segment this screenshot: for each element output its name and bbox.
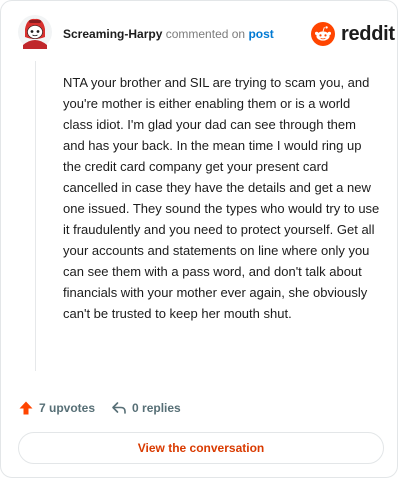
thread-line [35,61,36,371]
commented-on-text: commented on [165,27,246,41]
post-link[interactable]: post [248,27,273,41]
brand-wordmark: reddit [341,22,395,45]
reddit-logo-icon [311,22,335,46]
reply-count: 0 replies [132,401,181,415]
reply-button[interactable]: 0 replies [111,400,181,416]
user-avatar[interactable] [18,15,52,49]
avatar-icon [18,15,52,49]
reddit-brand[interactable]: reddit [311,21,395,47]
upvote-count: 7 upvotes [39,401,96,415]
reply-arrow-icon [112,402,126,414]
comment-actions: 7 upvotes 0 replies [18,398,181,418]
comment-body: NTA your brother and SIL are trying to s… [63,75,380,321]
comment-header: Screaming-Harpy commented on post [63,27,274,41]
view-conversation-button[interactable]: View the conversation [18,432,384,464]
comment-card: Screaming-Harpy commented on post reddit… [0,0,398,478]
username[interactable]: Screaming-Harpy [63,27,162,41]
upvote-arrow-icon [19,401,33,415]
upvote-button[interactable]: 7 upvotes [18,400,95,416]
